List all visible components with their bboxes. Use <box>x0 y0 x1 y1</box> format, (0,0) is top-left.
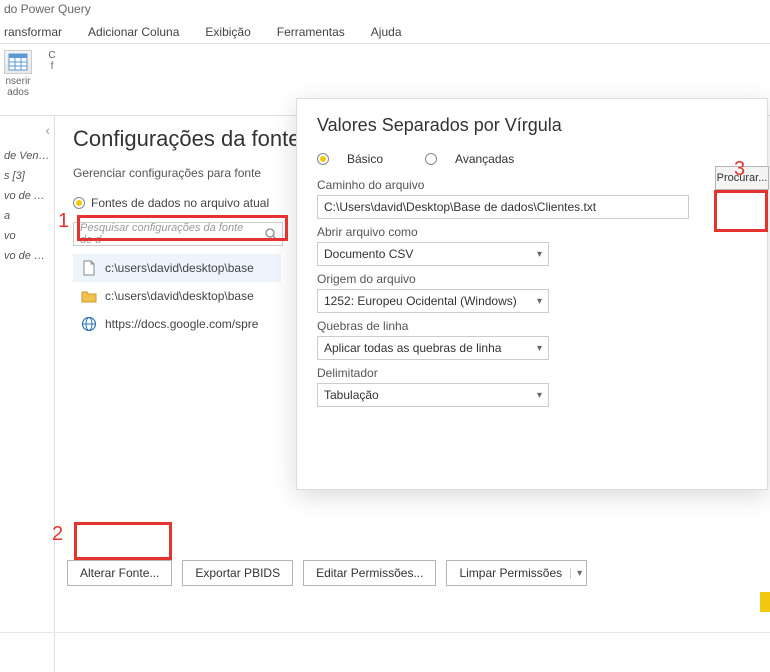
clear-permissions-label: Limpar Permissões <box>459 566 562 580</box>
file-origin-value: 1252: Europeu Ocidental (Windows) <box>324 294 517 308</box>
data-source-item-file[interactable]: c:\users\david\desktop\base <box>73 254 281 282</box>
chevron-down-icon: ▾ <box>537 390 542 401</box>
radio-icon <box>73 197 85 209</box>
collapse-pane-icon[interactable]: ‹ <box>4 122 50 138</box>
query-item[interactable]: vo <box>4 226 50 246</box>
search-icon <box>264 227 278 244</box>
file-origin-select[interactable]: 1252: Europeu Ocidental (Windows) ▾ <box>317 289 549 313</box>
query-item[interactable]: de Vend… <box>4 146 50 166</box>
ribbon-insert-label: nserirados <box>2 76 34 98</box>
search-input[interactable]: Pesquisar configurações da fonte de d <box>73 222 283 246</box>
linebreak-value: Aplicar todas as quebras de linha <box>324 341 501 355</box>
change-source-button[interactable]: Alterar Fonte... <box>67 560 172 586</box>
data-source-label: c:\users\david\desktop\base <box>105 289 254 303</box>
open-as-label: Abrir arquivo como <box>317 225 747 239</box>
open-as-value: Documento CSV <box>324 247 413 261</box>
table-icon <box>4 50 32 74</box>
annotation-number-3: 3 <box>734 158 745 181</box>
menu-transform[interactable]: ransformar <box>4 25 62 39</box>
scope-radio-label: Fontes de dados no arquivo atual <box>91 196 269 210</box>
query-item[interactable]: s [3] <box>4 166 50 186</box>
ribbon-combine[interactable]: Cf <box>36 50 68 113</box>
folder-icon <box>81 288 97 304</box>
query-item[interactable]: a <box>4 206 50 226</box>
chevron-down-icon: ▾ <box>537 343 542 354</box>
radio-advanced-label[interactable]: Avançadas <box>455 152 514 166</box>
footer <box>0 632 770 672</box>
action-buttons: Alterar Fonte... Exportar PBIDS Editar P… <box>67 560 587 586</box>
menu-add-column[interactable]: Adicionar Coluna <box>88 25 179 39</box>
data-source-label: https://docs.google.com/spre <box>105 317 258 331</box>
menu-view[interactable]: Exibição <box>205 25 250 39</box>
csv-settings-dialog: Valores Separados por Vírgula Básico Ava… <box>296 98 768 490</box>
annotation-number-2: 2 <box>52 523 63 546</box>
ribbon-combine-label: Cf <box>36 50 68 72</box>
open-as-select[interactable]: Documento CSV ▾ <box>317 242 549 266</box>
edit-permissions-button[interactable]: Editar Permissões... <box>303 560 436 586</box>
window-title: do Power Query <box>0 0 770 20</box>
chevron-down-icon: ▾ <box>537 296 542 307</box>
ribbon-insert-data[interactable]: nserirados <box>2 50 34 113</box>
menu-help[interactable]: Ajuda <box>371 25 402 39</box>
delimiter-select[interactable]: Tabulação ▾ <box>317 383 549 407</box>
file-path-label: Caminho do arquivo <box>317 178 747 192</box>
menu-tools[interactable]: Ferramentas <box>277 25 345 39</box>
dialog-title: Valores Separados por Vírgula <box>317 115 747 136</box>
search-placeholder: Pesquisar configurações da fonte de d <box>80 222 258 246</box>
delimiter-value: Tabulação <box>324 388 379 402</box>
radio-icon[interactable] <box>425 153 437 165</box>
file-icon <box>81 260 97 276</box>
annotation-number-1: 1 <box>58 210 69 233</box>
data-source-item-web[interactable]: https://docs.google.com/spre <box>73 310 281 338</box>
delimiter-label: Delimitador <box>317 366 747 380</box>
file-origin-label: Origem do arquivo <box>317 272 747 286</box>
clear-permissions-button[interactable]: Limpar Permissões ▾ <box>446 560 587 586</box>
query-item[interactable]: vo de Ex… <box>4 246 50 266</box>
file-path-input[interactable]: C:\Users\david\Desktop\Base de dados\Cli… <box>317 195 689 219</box>
menubar: ransformar Adicionar Coluna Exibição Fer… <box>0 20 770 44</box>
data-source-item-folder[interactable]: c:\users\david\desktop\base <box>73 282 281 310</box>
linebreak-label: Quebras de linha <box>317 319 747 333</box>
radio-icon[interactable] <box>317 153 329 165</box>
linebreak-select[interactable]: Aplicar todas as quebras de linha ▾ <box>317 336 549 360</box>
chevron-down-icon[interactable]: ▾ <box>570 568 582 579</box>
radio-basic-label[interactable]: Básico <box>347 152 383 166</box>
globe-icon <box>81 316 97 332</box>
data-source-label: c:\users\david\desktop\base <box>105 261 254 275</box>
accent-tab <box>760 592 770 612</box>
export-pbids-button[interactable]: Exportar PBIDS <box>182 560 293 586</box>
chevron-down-icon: ▾ <box>537 249 542 260</box>
query-item[interactable]: vo de A… <box>4 186 50 206</box>
queries-pane: ‹ de Vend… s [3] vo de A… a vo vo de Ex… <box>0 116 55 672</box>
